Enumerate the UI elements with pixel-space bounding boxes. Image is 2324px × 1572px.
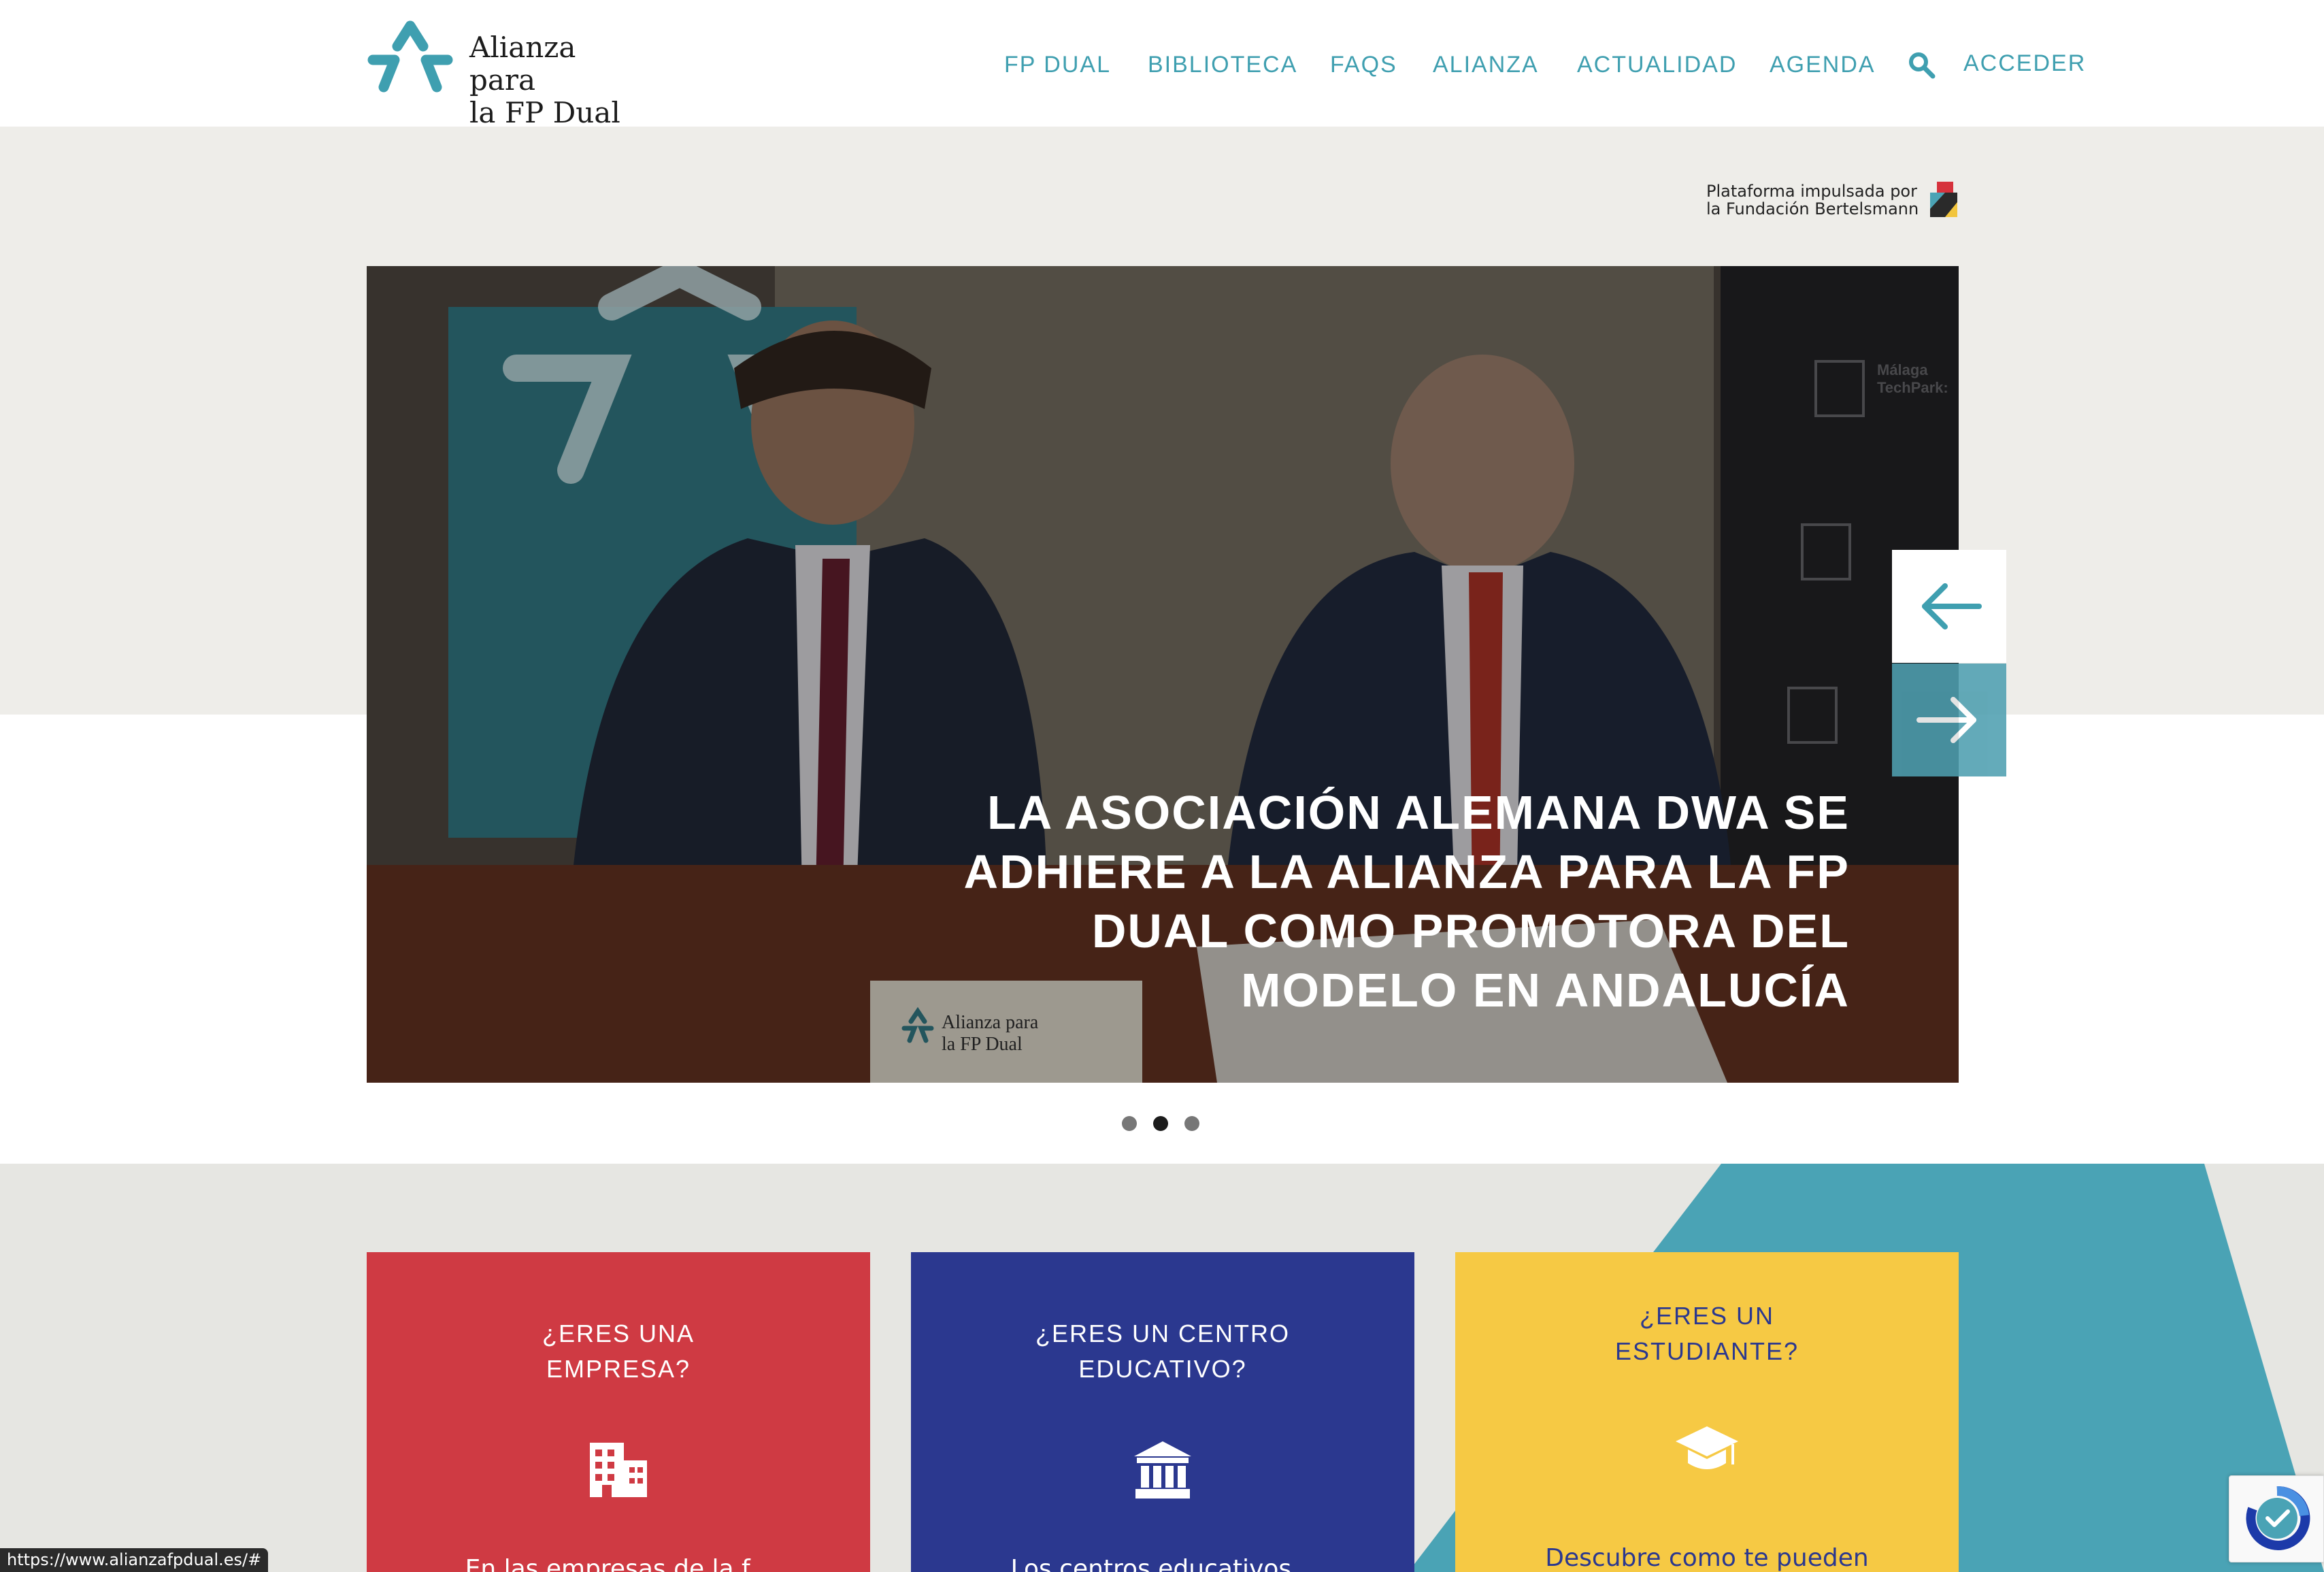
nav-fp-dual[interactable]: FP DUAL (1004, 52, 1111, 78)
recaptcha-badge[interactable] (2229, 1475, 2324, 1562)
card-centro-educativo[interactable]: ¿ERES UN CENTRO EDUCATIVO? Los centros e… (911, 1252, 1414, 1572)
site-header: Alianza para la FP Dual FP DUAL BIBLIOTE… (0, 0, 2324, 129)
card-empresa[interactable]: ¿ERES UNA EMPRESA? En las empresas de la… (367, 1252, 870, 1572)
slider-dot-3[interactable] (1184, 1116, 1199, 1131)
bertelsmann-note[interactable]: Plataforma impulsada por la Fundación Be… (1706, 180, 1958, 220)
card-empresa-text: En las empresas de la f... (465, 1555, 772, 1572)
logo-line-2: la FP Dual (469, 96, 620, 129)
slide-title[interactable]: LA ASOCIACIÓN ALEMANA DWA SE ADHIERE A L… (897, 783, 1850, 1020)
slider-prev-button[interactable] (1892, 550, 2006, 663)
logo-wordmark: Alianza para la FP Dual (469, 31, 650, 129)
card-centro-text: Los centros educativos... (1010, 1555, 1315, 1572)
card-centro-title-1: ¿ERES UN CENTRO (1035, 1320, 1291, 1347)
card-empresa-title-2: EMPRESA? (546, 1355, 691, 1383)
card-estudiante[interactable]: ¿ERES UN ESTUDIANTE? Descubre como te pu… (1455, 1252, 1959, 1572)
nav-biblioteca[interactable]: BIBLIOTECA (1148, 52, 1297, 78)
arrow-right-icon (1916, 697, 1976, 743)
card-empresa-title-1: ¿ERES UNA (542, 1320, 695, 1347)
status-bar-url: https://www.alianzafpdual.es/# (0, 1548, 269, 1572)
slider-dot-2[interactable] (1153, 1116, 1168, 1131)
slider-dots (1122, 1116, 1204, 1132)
building-icon (590, 1443, 647, 1497)
logo-line-1: Alianza para (469, 31, 576, 97)
card-centro-title-2: EDUCATIVO? (1078, 1355, 1247, 1383)
nav-actualidad[interactable]: ACTUALIDAD (1577, 52, 1737, 78)
login-link[interactable]: ACCEDER (1963, 50, 2086, 77)
bertelsmann-logo-icon (1930, 182, 1957, 217)
platform-text: Plataforma impulsada por la Fundación Be… (1706, 182, 1919, 218)
card-centro-title: ¿ERES UN CENTRO EDUCATIVO? (911, 1316, 1414, 1387)
nav-agenda[interactable]: AGENDA (1770, 52, 1876, 78)
search-icon[interactable] (1907, 50, 1937, 80)
alianza-logo-icon (367, 20, 453, 93)
platform-line-1: Plataforma impulsada por (1706, 182, 1917, 201)
card-estudiante-title: ¿ERES UN ESTUDIANTE? (1455, 1298, 1959, 1369)
slider-next-button[interactable] (1892, 664, 2006, 776)
card-estudiante-text: Descubre como te pueden (1545, 1544, 1869, 1572)
institution-icon (1134, 1441, 1191, 1499)
nav-alianza[interactable]: ALIANZA (1433, 52, 1539, 78)
card-estudiante-title-1: ¿ERES UN (1639, 1302, 1775, 1330)
card-estudiante-title-2: ESTUDIANTE? (1614, 1337, 1799, 1365)
site-logo[interactable]: Alianza para la FP Dual (365, 19, 650, 129)
recaptcha-icon (2246, 1486, 2310, 1550)
graduation-cap-icon (1676, 1426, 1738, 1469)
slider-dot-1[interactable] (1122, 1116, 1137, 1131)
news-slider[interactable]: Málaga TechPark: Alianza para la FP Dual (367, 266, 1959, 1083)
nav-faqs[interactable]: FAQS (1330, 52, 1397, 78)
platform-line-2: la Fundación Bertelsmann (1706, 199, 1919, 218)
arrow-left-icon (1922, 583, 1982, 629)
card-empresa-title: ¿ERES UNA EMPRESA? (367, 1316, 870, 1387)
